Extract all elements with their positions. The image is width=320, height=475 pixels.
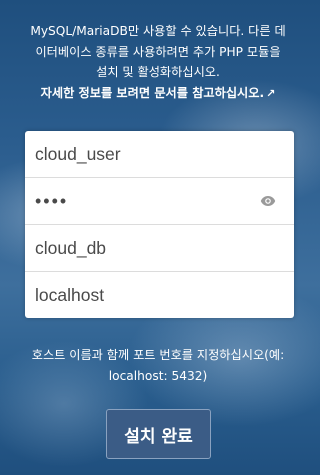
database-host-field[interactable]: localhost: [25, 272, 294, 318]
database-password-value: ••••: [35, 190, 69, 211]
database-user-field[interactable]: cloud_user: [25, 131, 294, 178]
host-hint-line-2: localhost: 5432): [108, 368, 208, 383]
documentation-link[interactable]: 자세한 정보를 보려면 문서를 참고하십시오. ↗: [8, 83, 308, 105]
database-info-line-3: 설치 및 활성화하십시오.: [96, 65, 220, 79]
database-form: cloud_user •••• cloud_db localhost: [25, 131, 294, 318]
external-link-icon: ↗: [266, 86, 276, 100]
host-hint-line-1: 호스트 이름과 함께 포트 번호를 지정하십시오(예:: [31, 348, 285, 362]
database-host-value: localhost: [35, 285, 105, 305]
database-info-line-1: MySQL/MariaDB만 사용할 수 있습니다. 다른 데: [30, 24, 286, 38]
finish-setup-button[interactable]: 설치 완료: [106, 409, 211, 459]
database-user-value: cloud_user: [35, 143, 121, 164]
database-info-line-2: 이터베이스 종류를 사용하려면 추가 PHP 모듈을: [35, 44, 281, 59]
database-name-value: cloud_db: [35, 237, 107, 258]
eye-icon[interactable]: [260, 195, 276, 207]
database-name-field[interactable]: cloud_db: [25, 225, 294, 272]
documentation-link-label: 자세한 정보를 보려면 문서를 참고하십시오.: [40, 85, 265, 100]
host-hint-text: 호스트 이름과 함께 포트 번호를 지정하십시오(예: localhost: 5…: [8, 345, 308, 386]
database-info-text: MySQL/MariaDB만 사용할 수 있습니다. 다른 데 이터베이스 종류…: [8, 21, 308, 104]
database-password-field[interactable]: ••••: [25, 178, 294, 225]
